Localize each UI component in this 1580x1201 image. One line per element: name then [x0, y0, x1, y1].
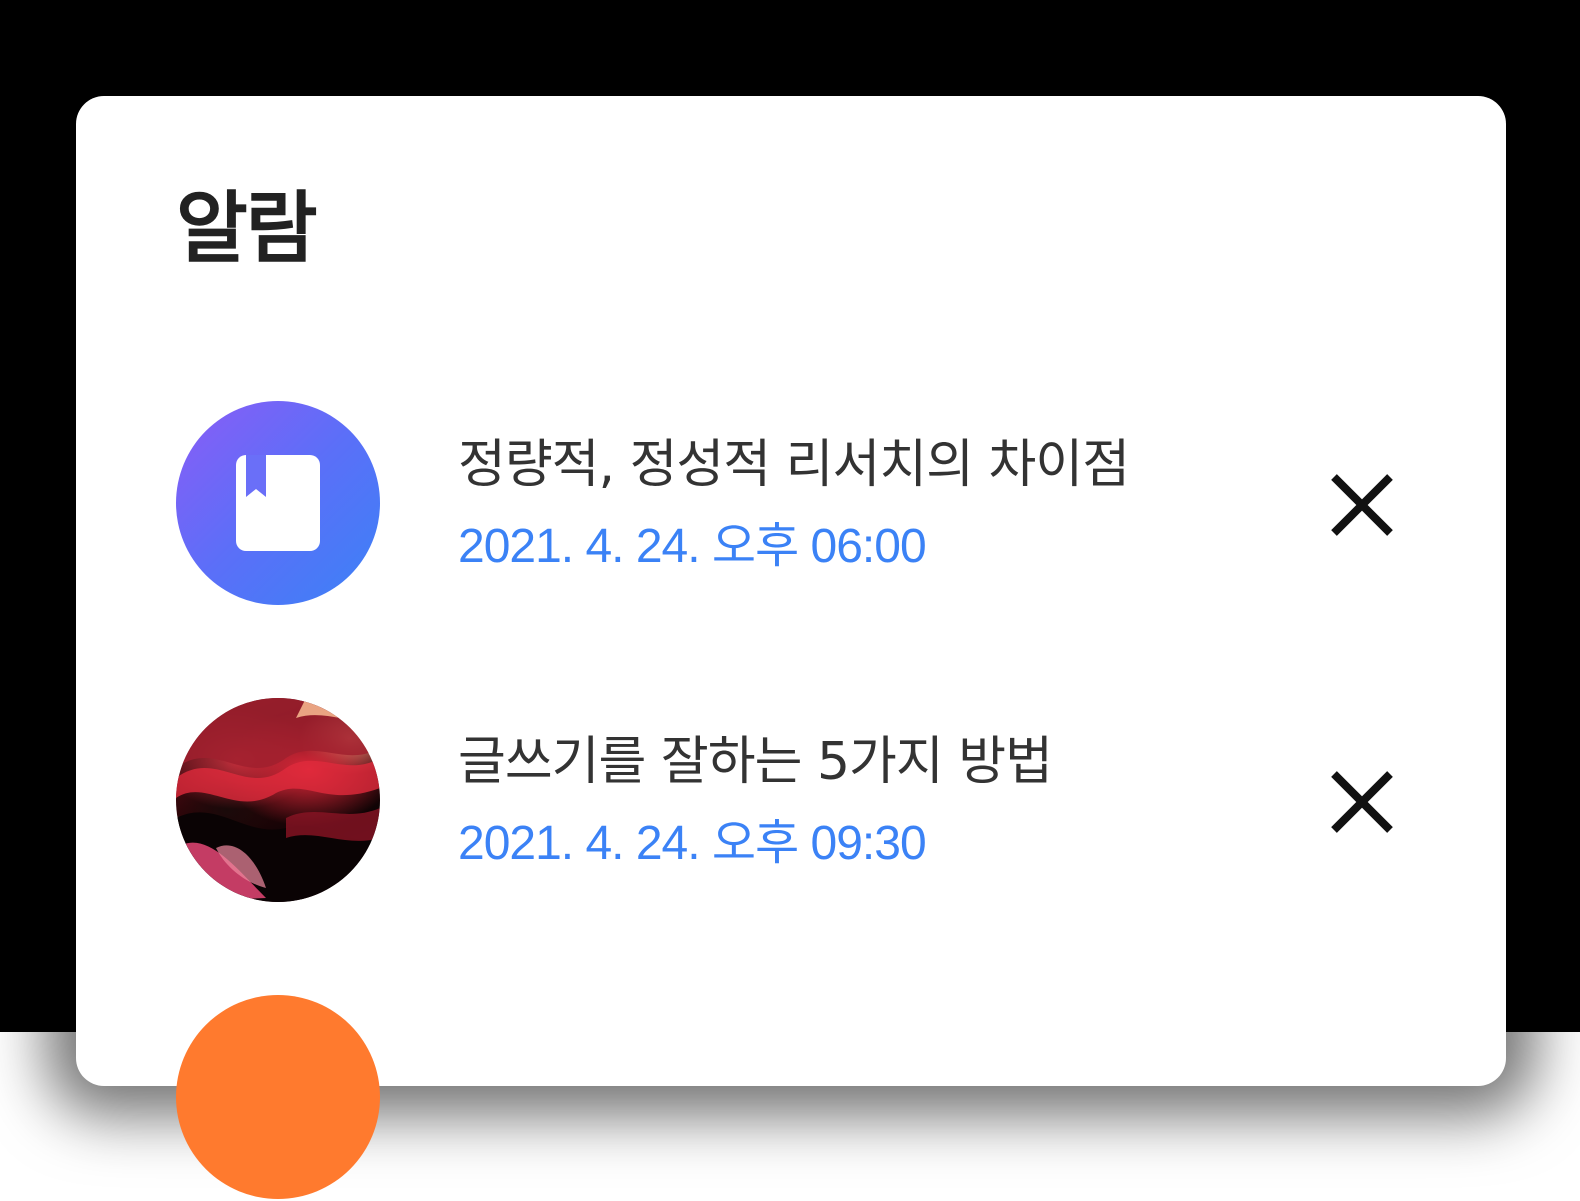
notification-avatar	[176, 995, 380, 1199]
notification-item[interactable]: 글쓰기를 잘하는 5가지 방법 2021. 4. 24. 오후 09:30	[176, 698, 1416, 904]
notification-time: 2021. 4. 24. 오후 09:30	[458, 817, 927, 870]
notification-item[interactable]	[176, 995, 1416, 1201]
close-icon	[1331, 474, 1393, 536]
notification-avatar	[176, 698, 380, 902]
page-title: 알람	[176, 184, 318, 274]
book-bookmark-icon	[236, 455, 320, 551]
notification-item[interactable]: 정량적, 정성적 리서치의 차이점 2021. 4. 24. 오후 06:00	[176, 401, 1416, 607]
dismiss-button[interactable]	[1328, 471, 1396, 539]
notification-title: 글쓰기를 잘하는 5가지 방법	[458, 732, 1053, 792]
notifications-panel: 알람 정량적, 정성적 리서치의 차이점 2021. 4. 24. 오후 06:…	[76, 96, 1506, 1199]
notification-time: 2021. 4. 24. 오후 06:00	[458, 520, 927, 573]
notification-avatar	[176, 401, 380, 605]
dismiss-button[interactable]	[1328, 768, 1396, 836]
abstract-wave-image	[176, 698, 380, 902]
notification-title: 정량적, 정성적 리서치의 차이점	[458, 435, 1130, 495]
close-icon	[1331, 771, 1393, 833]
